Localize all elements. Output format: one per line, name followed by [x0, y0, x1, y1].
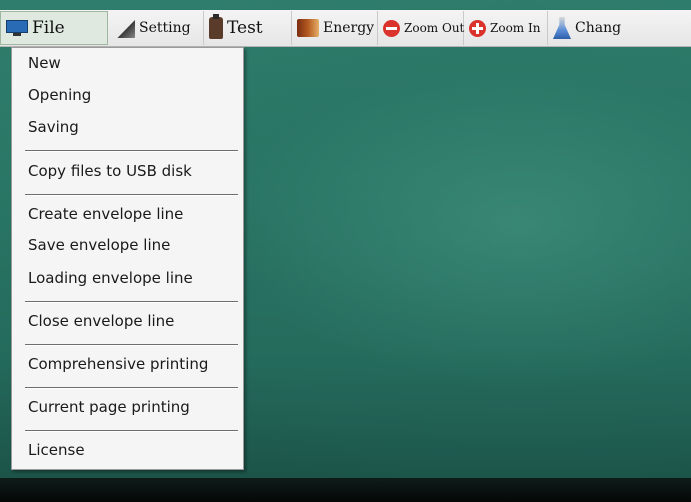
flask-icon — [553, 17, 571, 39]
menu-item-current-page-printing[interactable]: Current page printing — [28, 398, 190, 416]
menu-item-copy-to-usb[interactable]: Copy files to USB disk — [28, 162, 192, 180]
setting-button[interactable]: Setting — [108, 11, 204, 45]
tools-icon — [117, 20, 135, 38]
toolbar: File Setting Test Energy Zoom Out Zoom I… — [0, 10, 691, 47]
book-icon — [297, 19, 319, 37]
menu-separator — [25, 301, 238, 303]
setting-label: Setting — [139, 20, 191, 36]
menu-item-close-envelope-line[interactable]: Close envelope line — [28, 312, 174, 330]
file-menu-button[interactable]: File — [0, 11, 108, 45]
menu-separator — [25, 430, 238, 432]
menu-item-loading-envelope-line[interactable]: Loading envelope line — [28, 269, 193, 287]
zoom-out-button[interactable]: Zoom Out — [378, 11, 464, 45]
test-label: Test — [227, 18, 263, 38]
menu-item-saving[interactable]: Saving — [28, 118, 79, 136]
energy-label: Energy — [323, 20, 375, 36]
file-menu-label: File — [32, 18, 65, 38]
menu-separator — [25, 150, 238, 152]
menu-separator — [25, 344, 238, 346]
change-button[interactable]: Chang — [548, 11, 638, 45]
test-button[interactable]: Test — [204, 11, 292, 45]
menu-separator — [25, 194, 238, 196]
zoom-in-button[interactable]: Zoom In — [464, 11, 548, 45]
bottle-icon — [209, 14, 223, 39]
menu-item-new[interactable]: New — [28, 54, 61, 72]
menu-item-opening[interactable]: Opening — [28, 86, 91, 104]
file-dropdown-menu: New Opening Saving Copy files to USB dis… — [11, 47, 244, 470]
menu-item-save-envelope-line[interactable]: Save envelope line — [28, 236, 170, 254]
menu-item-comprehensive-printing[interactable]: Comprehensive printing — [28, 355, 208, 373]
zoom-out-label: Zoom Out — [404, 21, 465, 35]
plus-circle-icon — [469, 19, 486, 37]
energy-button[interactable]: Energy — [292, 11, 378, 45]
menu-item-create-envelope-line[interactable]: Create envelope line — [28, 205, 183, 223]
menu-item-license[interactable]: License — [28, 441, 85, 459]
menu-separator — [25, 387, 238, 389]
zoom-in-label: Zoom In — [490, 21, 541, 35]
change-label: Chang — [575, 20, 622, 36]
monitor-bezel — [0, 478, 691, 502]
monitor-icon — [6, 20, 28, 36]
minus-circle-icon — [383, 19, 400, 37]
